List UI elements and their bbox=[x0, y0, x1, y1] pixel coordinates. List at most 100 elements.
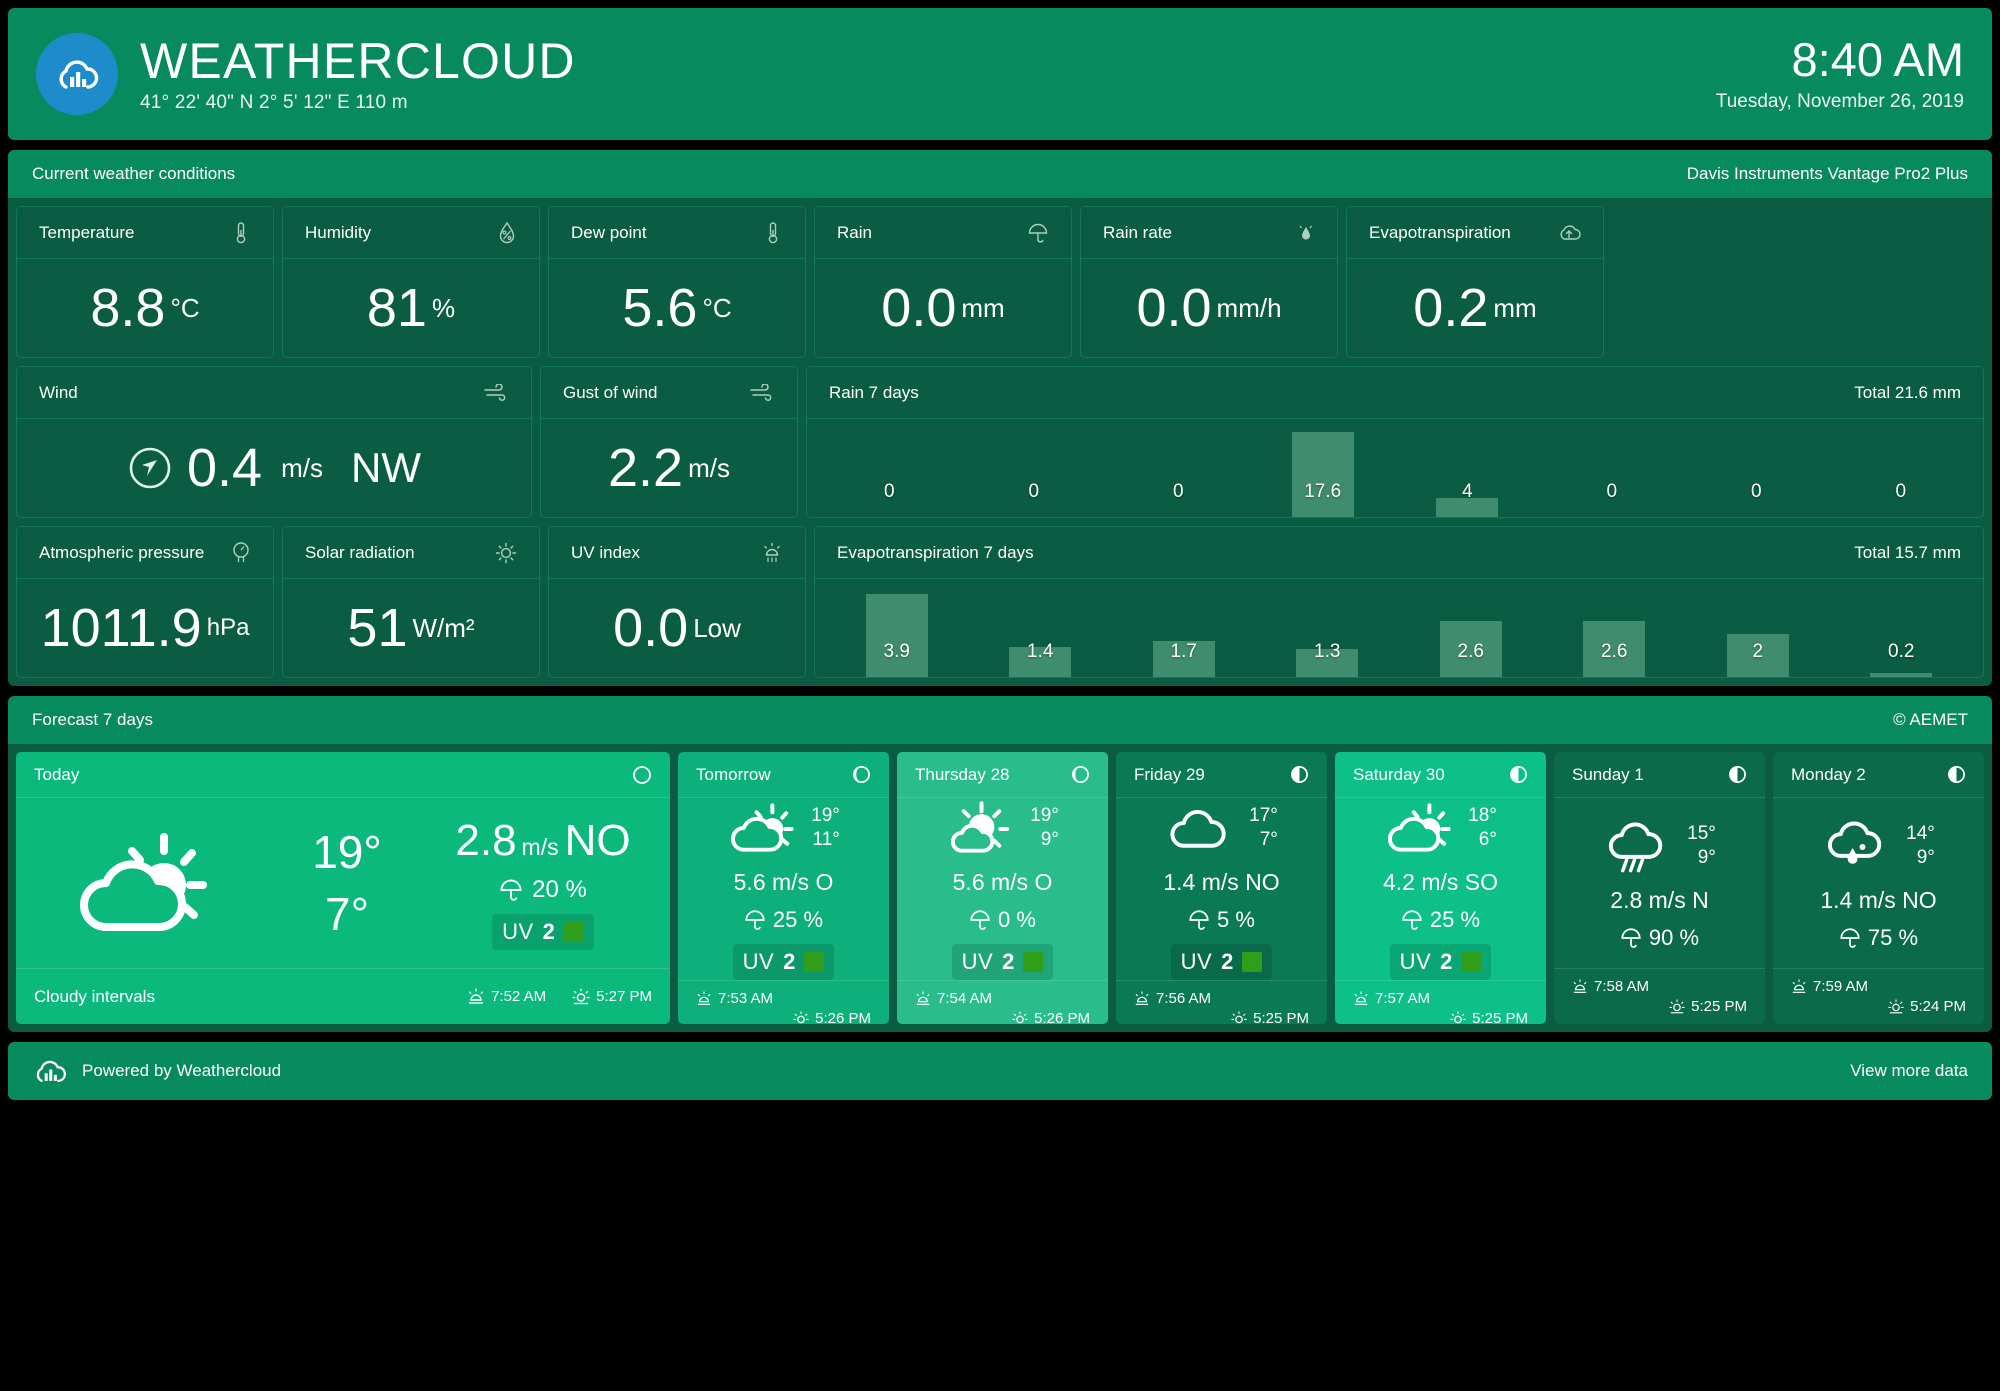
card-header: Humidity bbox=[283, 207, 539, 259]
forecast-card-body: 14° 9° 1.4 m/s NO 75 % bbox=[1773, 798, 1984, 968]
today-temperatures: 19° 7° bbox=[252, 821, 442, 945]
chart-bar bbox=[1291, 431, 1354, 517]
forecast-day-name: Monday 2 bbox=[1791, 764, 1866, 784]
sunset-value: 5:26 PM bbox=[1034, 1010, 1090, 1024]
sunrise-value: 7:54 AM bbox=[937, 990, 993, 1007]
today-wind-value: 2.8 bbox=[455, 816, 517, 865]
chart-plot-area: 0 0 0 17.6 4 0 0 0 bbox=[807, 419, 1983, 517]
sunset-icon bbox=[572, 987, 590, 1004]
app-footer: Powered by Weathercloud View more data bbox=[8, 1042, 1992, 1100]
view-more-data-link[interactable]: View more data bbox=[1850, 1061, 1968, 1081]
metric-unit: mm bbox=[1493, 292, 1537, 323]
card-header: Evapotranspiration bbox=[1347, 207, 1603, 259]
forecast-pop-value: 90 % bbox=[1648, 924, 1700, 950]
sunset-value: 5:25 PM bbox=[1691, 998, 1747, 1015]
forecast-day-name: Sunday 1 bbox=[1572, 764, 1644, 784]
station-coordinates: 41° 22' 40" N 2° 5' 12" E 110 m bbox=[140, 91, 408, 113]
card-uv-index[interactable]: UV index 0.0 Low bbox=[548, 526, 806, 678]
forecast-card-footer: 7:53 AM 5:26 PM bbox=[678, 980, 889, 1024]
forecast-card-header: Today bbox=[16, 752, 670, 798]
card-humidity[interactable]: Humidity 81 % bbox=[282, 206, 540, 358]
bar-value-label: 0 bbox=[1895, 481, 1907, 502]
card-rain[interactable]: Rain 0.0 mm bbox=[814, 206, 1072, 358]
card-dew-point[interactable]: Dew point 5.6 °C bbox=[548, 206, 806, 358]
metric-value: 8.8 bbox=[90, 278, 166, 338]
umbrella-icon bbox=[744, 909, 766, 931]
chart-rain-7-days[interactable]: Rain 7 days Total 21.6 mm 0 0 0 17.6 4 0 0 0 bbox=[806, 366, 1984, 518]
card-value-area: 1011.9 hPa bbox=[17, 579, 273, 677]
forecast-card-day-1[interactable]: Tomorrow 19° 11° 5.6 m/s O 25 % UV 2 7:5… bbox=[678, 752, 889, 1024]
wind-readout: 0.4 m/s NW bbox=[127, 441, 421, 495]
thermometer-icon bbox=[231, 221, 251, 245]
app-header: WEATHERCLOUD 41° 22' 40" N 2° 5' 12" E 1… bbox=[8, 8, 1992, 140]
umbrella-icon bbox=[1839, 927, 1861, 949]
uv-value: 2 bbox=[542, 919, 555, 944]
card-header: Atmospheric pressure bbox=[17, 527, 273, 579]
sunset-time: 5:25 PM bbox=[1353, 1010, 1528, 1024]
forecast-card-day-3[interactable]: Friday 29 17° 7° 1.4 m/s NO 5 % UV 2 7:5… bbox=[1116, 752, 1327, 1024]
umbrella-icon bbox=[1620, 927, 1642, 949]
forecast-card-day-5[interactable]: Sunday 1 15° 9° 2.8 m/s N 90 % 7:58 AM 5… bbox=[1554, 752, 1765, 1024]
card-label: Rain bbox=[837, 222, 872, 242]
card-atmospheric-pressure[interactable]: Atmospheric pressure 1011.9 hPa bbox=[16, 526, 274, 678]
forecast-card-day-4[interactable]: Saturday 30 18° 6° 4.2 m/s SO 25 % UV 2 … bbox=[1335, 752, 1546, 1024]
metric-value: 51 bbox=[347, 598, 408, 658]
metric-unit: °C bbox=[170, 292, 200, 323]
bar-column: 2.6 bbox=[1399, 585, 1543, 677]
metric-value: 1011.9 bbox=[40, 598, 202, 658]
weathercloud-logo bbox=[36, 33, 118, 115]
forecast-card-today[interactable]: Today 19° 7° 2.8 m/s NO 20 % UV 2 Cloudy… bbox=[16, 752, 670, 1024]
forecast-temperatures: 19° 11° bbox=[811, 804, 840, 852]
card-wind[interactable]: Wind 0.4 m/s NW bbox=[16, 366, 532, 518]
moon-last-quarter-icon bbox=[1290, 765, 1309, 784]
bar-column: 3.9 bbox=[825, 585, 969, 677]
partly-cloudy-icon bbox=[1384, 798, 1458, 858]
forecast-icon-temps: 18° 6° bbox=[1345, 798, 1536, 858]
sunrise-time: 7:57 AM bbox=[1353, 990, 1528, 1007]
umbrella-icon bbox=[1401, 909, 1423, 931]
bar-value-label: 0 bbox=[883, 481, 895, 502]
forecast-icon-temps: 17° 7° bbox=[1126, 798, 1317, 858]
sunset-time: 5:25 PM bbox=[1572, 998, 1747, 1015]
today-high-temp: 19° bbox=[312, 825, 382, 878]
forecast-precipitation-probability: 0 % bbox=[969, 907, 1036, 933]
card-gust-of-wind[interactable]: Gust of wind 2.2 m/s bbox=[540, 366, 798, 518]
card-label: UV index bbox=[571, 542, 640, 562]
cloudy-icon bbox=[1165, 798, 1239, 858]
card-evapotranspiration[interactable]: Evapotranspiration 0.2 mm bbox=[1346, 206, 1604, 358]
umbrella-icon bbox=[1188, 909, 1210, 931]
forecast-precipitation-probability: 5 % bbox=[1188, 907, 1255, 933]
forecast-panel: Forecast 7 days © AEMET Today 19° 7° 2.8… bbox=[8, 696, 1992, 1032]
sunset-value: 5:25 PM bbox=[1472, 1010, 1528, 1024]
card-rain-rate[interactable]: Rain rate 0.0 mm/h bbox=[1080, 206, 1338, 358]
forecast-high-temp: 18° bbox=[1468, 805, 1497, 827]
metric-value: 81 bbox=[366, 278, 427, 338]
forecast-card-day-6[interactable]: Monday 2 14° 9° 1.4 m/s NO 75 % 7:59 AM bbox=[1773, 752, 1984, 1024]
bar-value-label: 4 bbox=[1461, 481, 1473, 502]
bar-column: 0 bbox=[962, 425, 1107, 517]
uv-label: UV bbox=[502, 919, 534, 944]
today-condition-text: Cloudy intervals bbox=[34, 986, 155, 1006]
forecast-pop-value: 0 % bbox=[998, 907, 1036, 932]
today-wind-direction: NO bbox=[564, 816, 631, 865]
wind-icon bbox=[483, 383, 509, 402]
dashboard-page: WEATHERCLOUD 41° 22' 40" N 2° 5' 12" E 1… bbox=[0, 0, 2000, 1391]
forecast-card-day-2[interactable]: Thursday 28 19° 9° 5.6 m/s O 0 % UV 2 7:… bbox=[897, 752, 1108, 1024]
sunny-intervals-icon bbox=[946, 798, 1020, 858]
forecast-temperatures: 14° 9° bbox=[1906, 822, 1935, 870]
chart-evapotranspiration-7-days[interactable]: Evapotranspiration 7 days Total 15.7 mm … bbox=[814, 526, 1984, 678]
forecast-temperatures: 17° 7° bbox=[1249, 804, 1278, 852]
today-wind: 2.8 m/s NO bbox=[455, 816, 630, 866]
card-temperature[interactable]: Temperature 8.8 °C bbox=[16, 206, 274, 358]
current-conditions-panel: Current weather conditions Davis Instrum… bbox=[8, 150, 1992, 686]
forecast-precipitation-probability: 25 % bbox=[1401, 907, 1480, 933]
forecast-wind: 2.8 m/s N bbox=[1610, 886, 1709, 913]
card-solar-radiation[interactable]: Solar radiation 51 W/m² bbox=[282, 526, 540, 678]
metric-unit: W/m² bbox=[412, 612, 475, 643]
metric-value: 5.6 bbox=[622, 278, 698, 338]
bar-value-label: 2 bbox=[1752, 641, 1764, 662]
uv-value: 2 bbox=[783, 949, 796, 974]
wind-icon bbox=[749, 383, 775, 402]
bar-column: 4 bbox=[1395, 425, 1540, 517]
cloud-chart-icon bbox=[32, 1055, 68, 1087]
